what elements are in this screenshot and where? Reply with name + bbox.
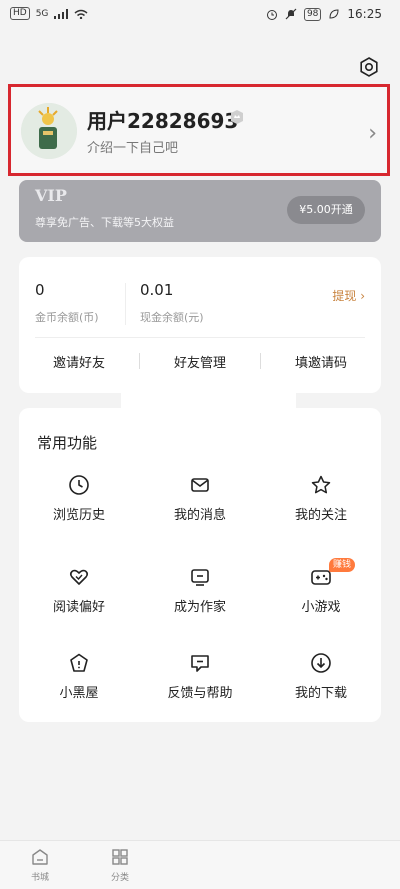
status-left: HD 5G — [10, 7, 88, 20]
status-right: 98 16:25 — [266, 7, 382, 21]
feature-my-messages[interactable]: 我的消息 — [140, 474, 260, 530]
vip-crown-icon — [231, 110, 243, 124]
feature-feedback-help[interactable]: 反馈与帮助 — [140, 652, 260, 708]
feature-reading-preference[interactable]: 阅读偏好 — [19, 566, 139, 622]
message-icon — [191, 478, 209, 492]
avatar[interactable] — [21, 103, 77, 159]
withdraw-link[interactable]: 提现 › — [332, 287, 365, 304]
popup-overlay — [121, 388, 296, 410]
alarm-icon — [266, 10, 277, 20]
cash-label: 现金余额(元) — [140, 311, 204, 324]
vip-activate-button[interactable]: ¥5.00开通 — [287, 196, 365, 224]
feature-label: 我的关注 — [294, 508, 347, 523]
feature-label: 反馈与帮助 — [167, 686, 233, 701]
wallet-hdivider — [35, 337, 365, 338]
battery-icon: 98 — [303, 7, 322, 21]
wifi-icon — [74, 9, 88, 19]
avatar-illustration — [21, 103, 77, 159]
bottom-nav: 书城 分类 — [0, 840, 400, 889]
feature-label: 小黑屋 — [59, 686, 99, 701]
coins-value: 0 — [35, 281, 45, 299]
withdraw-label: 提现 — [332, 289, 357, 303]
feature-mini-games[interactable]: 赚钱 小游戏 — [261, 558, 381, 622]
category-icon — [112, 849, 128, 865]
feature-label: 我的消息 — [173, 508, 226, 523]
feature-label: 小游戏 — [301, 600, 341, 615]
feedback-icon — [191, 655, 209, 672]
cash-value: 0.01 — [140, 281, 174, 299]
heart-icon — [69, 569, 89, 585]
nav-label: 书城 — [30, 873, 49, 883]
earn-money-badge: 赚钱 — [329, 558, 356, 572]
coins-label: 金币余额(币) — [35, 311, 99, 324]
wallet-divider — [125, 283, 126, 325]
leaf-icon — [329, 9, 339, 19]
enter-invite-code-button[interactable]: 填邀请码 — [261, 352, 381, 371]
blocklist-icon — [70, 653, 88, 672]
write-icon — [191, 569, 209, 586]
invite-friends-button[interactable]: 邀请好友 — [19, 352, 139, 371]
nav-bookstore[interactable]: 书城 — [16, 847, 64, 883]
signal-icon — [54, 8, 69, 19]
nav-label: 分类 — [110, 873, 129, 883]
clock-icon — [69, 475, 89, 495]
vip-title: VIP — [35, 186, 67, 205]
vip-banner[interactable]: VIP 尊享免广告、下载等5大权益 ¥5.00开通 — [19, 180, 381, 242]
download-icon — [311, 653, 331, 673]
feature-label: 成为作家 — [173, 600, 226, 615]
bookstore-icon — [32, 849, 48, 865]
settings-icon[interactable] — [358, 56, 380, 78]
feature-blocklist[interactable]: 小黑屋 — [19, 652, 139, 708]
username: 用户22828693 — [87, 109, 239, 133]
features-title: 常用功能 — [37, 434, 98, 452]
feature-browse-history[interactable]: 浏览历史 — [19, 474, 139, 530]
star-icon — [311, 475, 331, 494]
friend-management-button[interactable]: 好友管理 — [140, 352, 260, 371]
feature-label: 我的下载 — [294, 686, 347, 701]
features-card: 常用功能 浏览历史 我的消息 我的关注 阅读偏好 成为作家 赚钱 小游戏 小黑屋… — [19, 408, 381, 722]
wallet-card: 0 金币余额(币) 0.01 现金余额(元) 提现 › 邀请好友 好友管理 填邀… — [19, 257, 381, 393]
status-time: 16:25 — [347, 7, 382, 21]
feature-label: 浏览历史 — [52, 508, 105, 523]
status-bar: HD 5G 98 16:25 — [0, 0, 400, 30]
feature-label: 阅读偏好 — [52, 600, 105, 615]
mute-icon — [285, 8, 297, 20]
vip-description: 尊享免广告、下载等5大权益 — [35, 216, 174, 229]
network-type: 5G — [35, 8, 49, 19]
nav-category[interactable]: 分类 — [96, 847, 144, 883]
feature-become-writer[interactable]: 成为作家 — [140, 566, 260, 622]
feature-my-downloads[interactable]: 我的下载 — [261, 652, 381, 708]
hd-badge: HD — [10, 7, 30, 20]
chevron-right-icon: › — [368, 121, 377, 146]
profile-bio: 介绍一下自己吧 — [87, 141, 179, 156]
feature-my-follows[interactable]: 我的关注 — [261, 474, 381, 530]
profile-card[interactable]: 用户22828693 介绍一下自己吧 › — [8, 84, 390, 176]
